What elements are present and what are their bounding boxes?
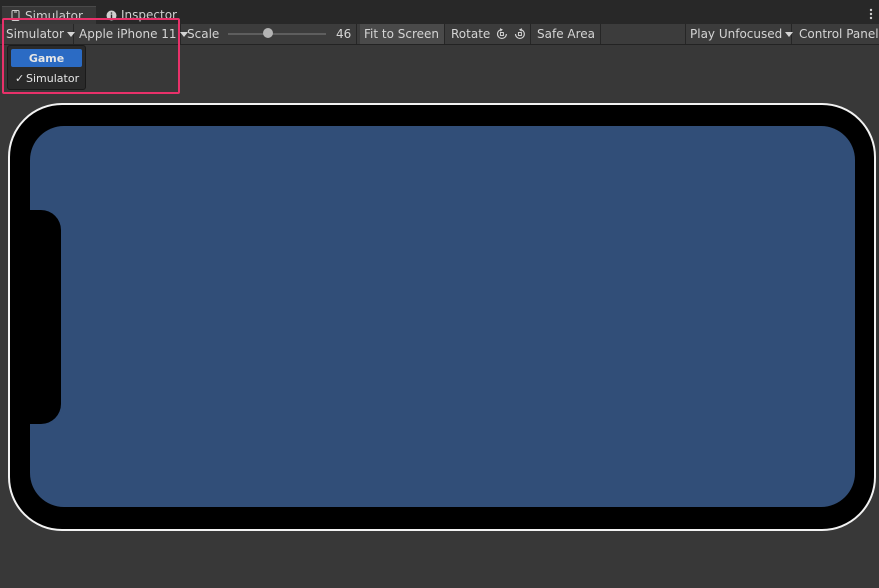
tab-inspector-label: Inspector	[121, 8, 177, 22]
scale-slider-handle[interactable]	[263, 28, 273, 38]
tab-bar: Simulator Inspector	[0, 0, 879, 24]
view-mode-dropdown[interactable]: Simulator	[2, 24, 75, 44]
control-panel-button[interactable]: Control Panel	[795, 24, 879, 44]
menu-item-game[interactable]: Game	[11, 49, 82, 67]
rotate-right-icon[interactable]	[514, 28, 526, 40]
info-icon	[106, 10, 117, 20]
control-panel-label: Control Panel	[799, 27, 879, 41]
tab-simulator-label: Simulator	[25, 8, 83, 23]
scale-control: Scale 46	[183, 24, 357, 44]
play-mode-dropdown[interactable]: Play Unfocused	[685, 24, 794, 44]
device-notch	[30, 210, 61, 424]
game-screen[interactable]	[30, 126, 855, 507]
rotate-label: Rotate	[451, 27, 491, 41]
device-dropdown[interactable]: Apple iPhone 11	[75, 24, 188, 44]
rotate-left-icon[interactable]	[496, 28, 508, 40]
chevron-down-icon	[785, 31, 794, 37]
scale-slider-track[interactable]	[228, 33, 326, 35]
scale-value[interactable]: 46	[336, 27, 351, 41]
view-mode-label: Simulator	[6, 27, 64, 41]
safe-area-toggle[interactable]: Safe Area	[533, 24, 601, 44]
device-label: Apple iPhone 11	[79, 27, 177, 41]
rotate-control: Rotate	[447, 24, 531, 44]
play-mode-label: Play Unfocused	[690, 27, 783, 41]
device-icon	[11, 10, 20, 21]
checkmark-icon: ✓	[15, 71, 25, 85]
menu-item-simulator-label: Simulator	[26, 71, 80, 85]
more-options-icon[interactable]	[869, 8, 873, 20]
menu-item-game-label: Game	[28, 51, 65, 65]
tab-simulator[interactable]: Simulator	[2, 6, 96, 24]
chevron-down-icon	[66, 31, 75, 37]
view-mode-menu: Game ✓ Simulator	[7, 45, 86, 90]
simulator-toolbar: Simulator Apple iPhone 11 Scale 46 Fit t…	[0, 24, 879, 45]
fit-to-screen-toggle[interactable]: Fit to Screen	[360, 24, 445, 44]
fit-to-screen-label: Fit to Screen	[364, 27, 439, 41]
safe-area-label: Safe Area	[537, 27, 596, 41]
menu-item-simulator[interactable]: ✓ Simulator	[11, 69, 82, 87]
scale-label: Scale	[187, 27, 220, 41]
tab-inspector[interactable]: Inspector	[98, 6, 188, 24]
